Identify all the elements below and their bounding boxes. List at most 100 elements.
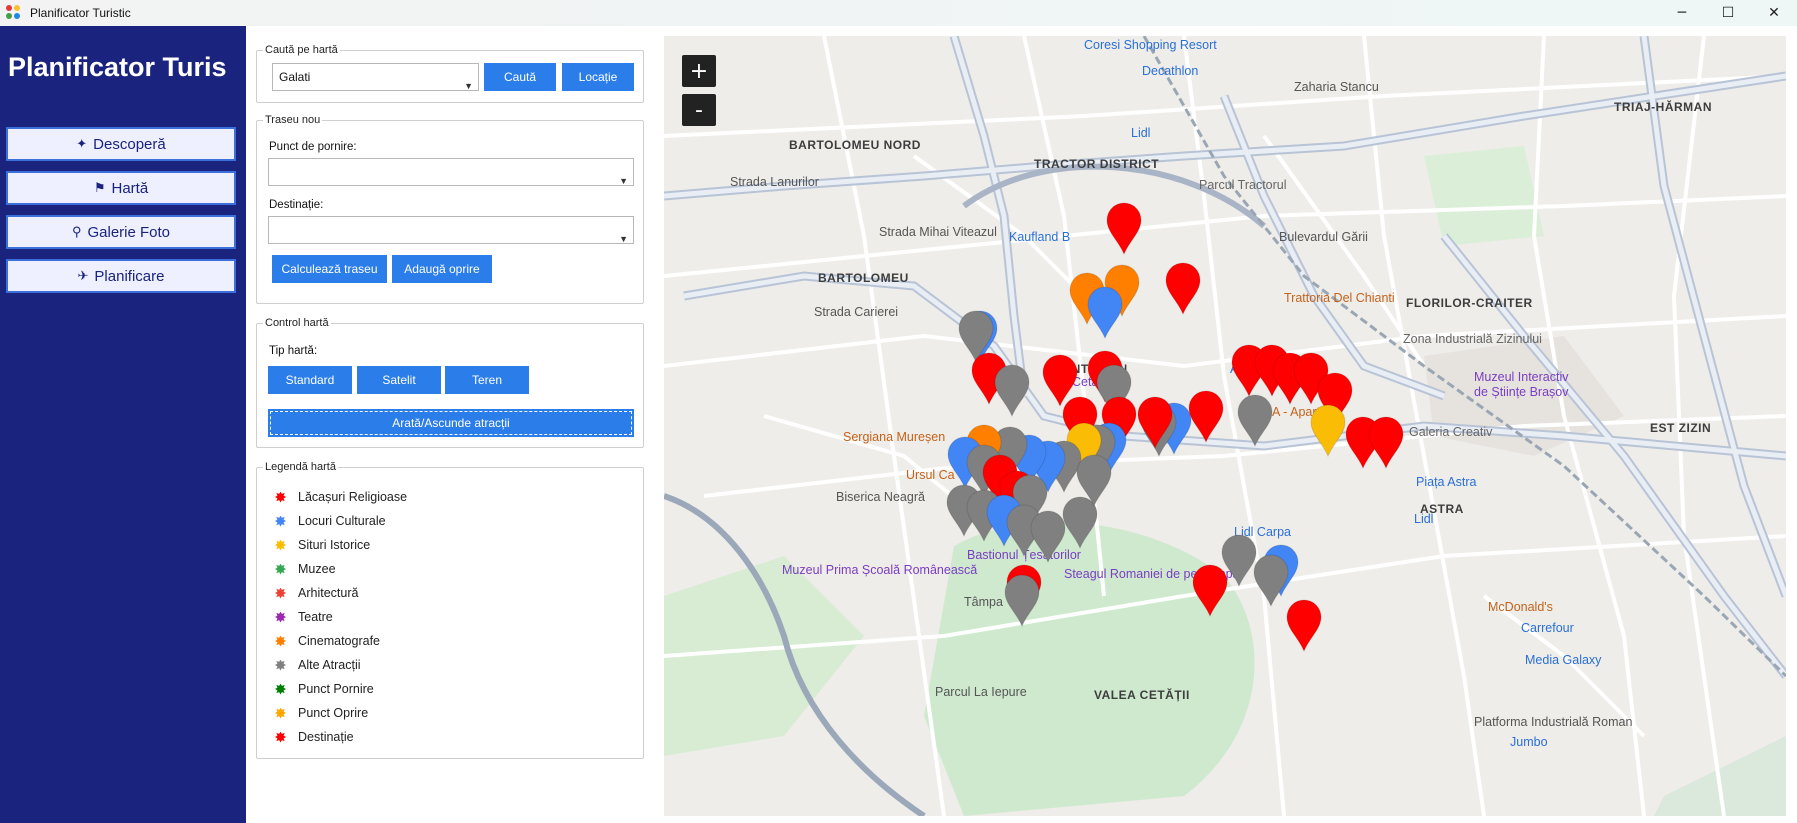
close-button[interactable]: ✕: [1751, 0, 1797, 26]
search-group: Caută pe hartă Galati ▼ Caută Locație: [256, 44, 644, 103]
legend-item: Lăcașuri Religioase: [275, 490, 407, 504]
city-combobox[interactable]: Galati ▼: [272, 63, 479, 91]
map-pin[interactable]: [1253, 554, 1289, 608]
district-label: FLORILOR-CRAITER: [1406, 296, 1533, 310]
nav-label: Descoperă: [93, 135, 166, 153]
location-button[interactable]: Locație: [562, 63, 634, 91]
group-title: Legendă hartă: [263, 461, 338, 473]
destination-combobox[interactable]: ▼: [268, 216, 634, 244]
place-label: Decathlon: [1142, 64, 1198, 78]
airplane-icon: ✈: [77, 268, 89, 283]
map-pin[interactable]: [1165, 262, 1201, 316]
place-label: Kaufland B: [1009, 230, 1070, 244]
search-button[interactable]: Caută: [484, 63, 556, 91]
nav-planificare-button[interactable]: ✈ Planificare: [6, 259, 236, 293]
satellite-map-button[interactable]: Satelit: [357, 366, 441, 394]
zoom-in-button[interactable]: +: [682, 55, 716, 87]
place-label: Parcul La Iepure: [935, 685, 1027, 699]
group-title: Caută pe hartă: [263, 44, 340, 56]
nav-descopera-button[interactable]: ✦ Descoperă: [6, 127, 236, 161]
legend-marker-icon: [275, 635, 286, 647]
legend-marker-icon: [275, 707, 286, 719]
start-combobox[interactable]: ▼: [268, 158, 634, 186]
terrain-map-button[interactable]: Teren: [445, 366, 529, 394]
nav-label: Planificare: [94, 267, 165, 285]
legend-marker-icon: [275, 515, 286, 527]
legend-label: Muzee: [298, 562, 336, 576]
map-pin[interactable]: [1106, 202, 1142, 256]
route-group: Traseu nou Punct de pornire: ▼ Destinați…: [256, 114, 644, 304]
map-pin[interactable]: [1237, 394, 1273, 448]
legend-label: Punct Pornire: [298, 682, 374, 696]
map-view[interactable]: Coresi Shopping Resort Decathlon Lidl Parcu…: [664, 36, 1786, 816]
place-label: Sergiana Mureșen: [843, 430, 945, 444]
map-pin[interactable]: [1042, 354, 1078, 408]
legend-item: Muzee: [275, 562, 336, 576]
group-title: Traseu nou: [263, 114, 323, 126]
map-pin[interactable]: [1286, 599, 1322, 653]
place-label: Media Galaxy: [1525, 653, 1602, 667]
group-title: Control hartă: [263, 317, 331, 329]
place-label: Parcul Tractorul: [1199, 178, 1287, 192]
map-pin[interactable]: [1188, 390, 1224, 444]
sidebar: Planificator Turis ✦ Descoperă ⚑ Hartă ⚲…: [0, 26, 246, 823]
legend-marker-icon: [275, 611, 286, 623]
map-pin[interactable]: [1368, 416, 1404, 470]
nav-label: Hartă: [111, 179, 149, 197]
place-label: Carrefour: [1521, 621, 1574, 635]
legend-label: Arhitectură: [298, 586, 359, 600]
legend-label: Punct Oprire: [298, 706, 369, 720]
minimize-button[interactable]: ─: [1659, 0, 1705, 26]
district-label: BARTOLOMEU: [818, 271, 909, 285]
standard-map-button[interactable]: Standard: [268, 366, 352, 394]
street: [664, 314, 1786, 369]
map-pin[interactable]: [1087, 286, 1123, 340]
place-label: Lidl: [1131, 126, 1150, 140]
sparkle-icon: ✦: [76, 136, 88, 151]
place-label: Bulevardul Gării: [1279, 230, 1368, 244]
nav-harta-button[interactable]: ⚑ Hartă: [6, 171, 236, 205]
app-title: Planificator Turis: [8, 52, 227, 82]
legend-group: Legendă hartă Lăcașuri Religioase Locuri …: [256, 461, 644, 759]
legend-item: Situri Istorice: [275, 538, 370, 552]
add-stop-button[interactable]: Adaugă oprire: [392, 255, 492, 283]
chevron-down-icon: ▼: [464, 81, 473, 91]
legend-item: Punct Pornire: [275, 682, 374, 696]
place-label: Platforma Industrială Roman: [1474, 715, 1632, 729]
district-label: BARTOLOMEU NORD: [789, 138, 921, 152]
nav-galerie-button[interactable]: ⚲ Galerie Foto: [6, 215, 236, 249]
legend-label: Cinematografe: [298, 634, 380, 648]
search-icon: ⚲: [71, 224, 82, 239]
place-label: Strada Mihai Viteazul: [879, 225, 997, 239]
legend-item: Destinație: [275, 730, 354, 744]
legend-item: Arhitectură: [275, 586, 358, 600]
legend-item: Cinematografe: [275, 634, 380, 648]
toggle-attractions-button[interactable]: Arată/Ascunde atracții: [268, 409, 634, 437]
place-label: Galeria Creativ: [1409, 425, 1493, 439]
legend-marker-icon: [275, 491, 286, 503]
place-label: Trattoria Del Chianti: [1284, 291, 1395, 305]
map-canvas[interactable]: Coresi Shopping Resort Decathlon Lidl Parcu…: [664, 36, 1786, 816]
district-label: TRACTOR DISTRICT: [1034, 157, 1159, 171]
calculate-route-button[interactable]: Calculează traseu: [272, 255, 387, 283]
place-label: Ursul Ca: [906, 468, 955, 482]
map-pin[interactable]: [994, 364, 1030, 418]
place-label: Strada Lanurilor: [730, 175, 819, 189]
place-label: Zona Industrială Zizinului: [1403, 332, 1542, 346]
zoom-out-button[interactable]: -: [682, 94, 716, 126]
legend-item: Alte Atracții: [275, 658, 361, 672]
place-label: Biserica Neagră: [836, 490, 925, 504]
legend-marker-icon: [275, 563, 286, 575]
legend-item: Locuri Culturale: [275, 514, 386, 528]
start-label: Punct de pornire:: [269, 141, 357, 153]
maximize-button[interactable]: ☐: [1705, 0, 1751, 26]
district-label: EST ZIZIN: [1650, 421, 1711, 435]
place-label: Muzeul Interactiv: [1474, 370, 1569, 384]
nav-label: Galerie Foto: [87, 223, 171, 241]
district-label: TRIAJ-HĂRMAN: [1614, 99, 1712, 114]
park-area: [1424, 146, 1544, 246]
district-label: VALEA CETĂȚII: [1094, 687, 1190, 702]
street: [664, 194, 1786, 278]
app-icon: [6, 5, 22, 21]
place-label: Tâmpa: [964, 595, 1003, 609]
